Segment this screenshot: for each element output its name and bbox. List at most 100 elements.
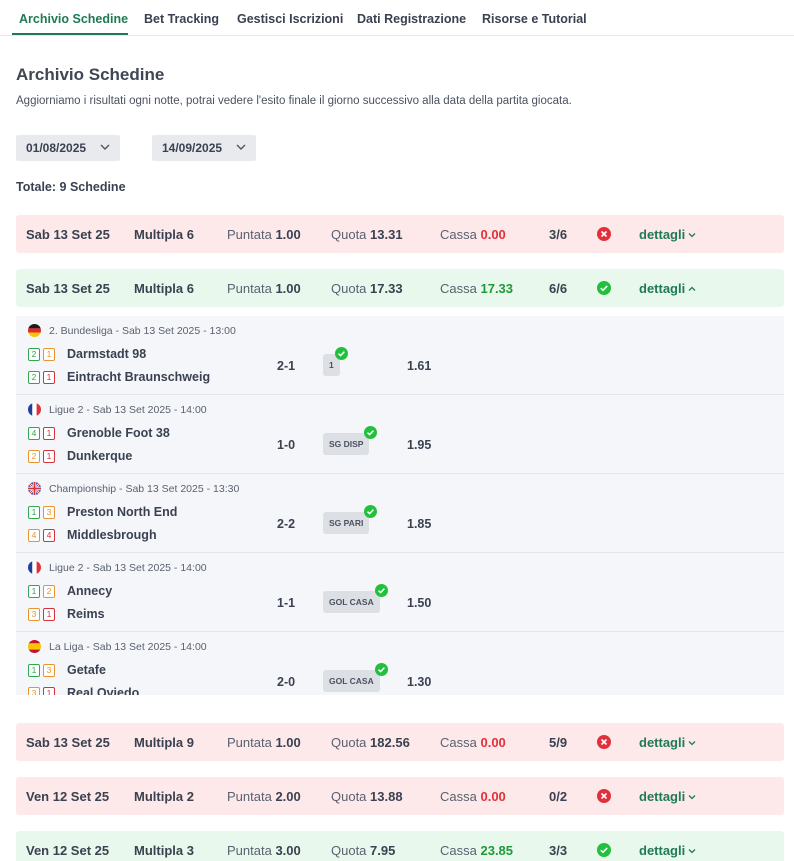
dettagli-toggle[interactable]: dettagli [639, 843, 697, 858]
page-title: Archivio Schedine [16, 65, 165, 84]
pick-badge: 1 [323, 347, 348, 376]
league-text: Championship - Sab 13 Set 2025 - 13:30 [49, 483, 240, 495]
match-row: 2. Bundesliga - Sab 13 Set 2025 - 13:00 … [16, 316, 784, 395]
date-to-value: 14/09/2025 [162, 141, 223, 155]
rank-badge: 4 [43, 529, 55, 542]
match-odd: 1.61 [407, 359, 432, 373]
rank-badge: 1 [28, 506, 40, 519]
away-team: 3 1 Reims [28, 607, 105, 621]
lost-x-icon [597, 227, 611, 241]
tab-bet-tracking[interactable]: Bet Tracking [144, 12, 219, 26]
slip-multipla: Multipla 6 [134, 281, 194, 296]
home-team: 4 1 Grenoble Foot 38 [28, 426, 170, 440]
home-team: 1 3 Getafe [28, 663, 106, 677]
slip-puntata: Puntata 3.00 [227, 843, 301, 858]
slip-row[interactable]: Ven 12 Set 25 Multipla 2 Puntata 2.00 Qu… [16, 777, 784, 815]
chevron-down-icon [688, 795, 696, 800]
slip-row[interactable]: Sab 13 Set 25 Multipla 6 Puntata 1.00 Qu… [16, 215, 784, 253]
league-header: La Liga - Sab 13 Set 2025 - 14:00 [28, 640, 207, 653]
slip-date: Ven 12 Set 25 [26, 843, 110, 858]
tab-archivio-schedine[interactable]: Archivio Schedine [19, 12, 128, 26]
es-flag-icon [28, 640, 41, 653]
slip-quota: Quota 13.88 [331, 789, 403, 804]
slip-row[interactable]: Sab 13 Set 25 Multipla 6 Puntata 1.00 Qu… [16, 269, 784, 307]
team-name: Reims [67, 607, 105, 621]
slip-date: Sab 13 Set 25 [26, 281, 110, 296]
rank-badge: 3 [43, 664, 55, 677]
chevron-down-icon [688, 233, 696, 238]
home-team: 1 3 Preston North End [28, 505, 177, 519]
tab-dati-registrazione[interactable]: Dati Registrazione [357, 12, 466, 26]
rank-badge: 2 [28, 371, 40, 384]
slip-puntata: Puntata 2.00 [227, 789, 301, 804]
rank-badge: 3 [28, 687, 40, 695]
rank-badge: 1 [28, 585, 40, 598]
match-score: 2-1 [277, 359, 296, 373]
rank-badge: 4 [28, 529, 40, 542]
slip-quota: Quota 7.95 [331, 843, 396, 858]
league-text: 2. Bundesliga - Sab 13 Set 2025 - 13:00 [49, 325, 236, 337]
match-score: 2-0 [277, 675, 296, 689]
pick-label: SG PARI [329, 518, 364, 528]
pick-label: GOL CASA [329, 676, 374, 686]
slip-cassa: Cassa 0.00 [440, 735, 506, 750]
team-name: Annecy [67, 584, 113, 598]
chevron-down-icon [100, 144, 110, 150]
dettagli-toggle[interactable]: dettagli [639, 735, 697, 750]
team-name: Darmstadt 98 [67, 347, 147, 361]
home-team: 1 2 Annecy [28, 584, 112, 598]
pick-label: GOL CASA [329, 597, 374, 607]
tab-gestisci-iscrizioni[interactable]: Gestisci Iscrizioni [237, 12, 343, 26]
league-header: Championship - Sab 13 Set 2025 - 13:30 [28, 482, 239, 495]
dettagli-toggle[interactable]: dettagli [639, 281, 697, 296]
slip-puntata: Puntata 1.00 [227, 227, 301, 242]
pick-badge: SG DISP [323, 426, 378, 455]
chevron-down-icon [688, 741, 696, 746]
fr-flag-icon [28, 403, 41, 416]
team-name: Grenoble Foot 38 [67, 426, 170, 440]
slip-quota: Quota 17.33 [331, 281, 403, 296]
date-to-select[interactable]: 14/09/2025 [152, 135, 256, 161]
team-name: Getafe [67, 663, 106, 677]
slip-quota: Quota 182.56 [331, 735, 410, 750]
page-subtitle: Aggiorniamo i risultati ogni notte, potr… [16, 95, 572, 107]
de-flag-icon [28, 324, 41, 337]
slip-quota: Quota 13.31 [331, 227, 403, 242]
gb-flag-icon [28, 482, 41, 495]
check-circle-icon [374, 584, 388, 597]
lost-x-icon [597, 735, 611, 749]
rank-badge: 2 [28, 450, 40, 463]
match-row: Ligue 2 - Sab 13 Set 2025 - 14:00 1 2 Anne… [16, 553, 784, 632]
team-name: Preston North End [67, 505, 178, 519]
pick-label: 1 [329, 360, 334, 370]
check-circle-icon [364, 426, 378, 439]
away-team: 2 1 Dunkerque [28, 449, 132, 463]
match-odd: 1.50 [407, 596, 432, 610]
slip-puntata: Puntata 1.00 [227, 735, 301, 750]
lost-x-icon [597, 789, 611, 803]
pick-badge: GOL CASA [323, 584, 388, 613]
rank-badge: 1 [43, 687, 55, 695]
slip-ratio: 0/2 [549, 789, 568, 804]
match-odd: 1.85 [407, 517, 432, 531]
slip-ratio: 6/6 [549, 281, 568, 296]
rank-badge: 3 [43, 506, 55, 519]
dettagli-toggle[interactable]: dettagli [639, 789, 697, 804]
slip-date: Sab 13 Set 25 [26, 227, 110, 242]
tab-risorse-tutorial[interactable]: Risorse e Tutorial [482, 12, 587, 26]
match-odd: 1.30 [407, 675, 432, 689]
rank-badge: 4 [28, 427, 40, 440]
date-from-value: 01/08/2025 [26, 141, 87, 155]
away-team: 2 1 Eintracht Braunschweig [28, 370, 210, 384]
top-tabs: Archivio Schedine Bet Tracking Gestisci … [0, 0, 794, 36]
league-text: La Liga - Sab 13 Set 2025 - 14:00 [49, 641, 207, 653]
check-circle-icon [364, 505, 378, 518]
slip-multipla: Multipla 6 [134, 227, 194, 242]
rank-badge: 2 [43, 585, 55, 598]
match-score: 1-0 [277, 438, 296, 452]
dettagli-toggle[interactable]: dettagli [639, 227, 697, 242]
date-from-select[interactable]: 01/08/2025 [16, 135, 120, 161]
slip-row[interactable]: Sab 13 Set 25 Multipla 9 Puntata 1.00 Qu… [16, 723, 784, 761]
pick-label: SG DISP [329, 439, 364, 449]
slip-row[interactable]: Ven 12 Set 25 Multipla 3 Puntata 3.00 Qu… [16, 831, 784, 861]
